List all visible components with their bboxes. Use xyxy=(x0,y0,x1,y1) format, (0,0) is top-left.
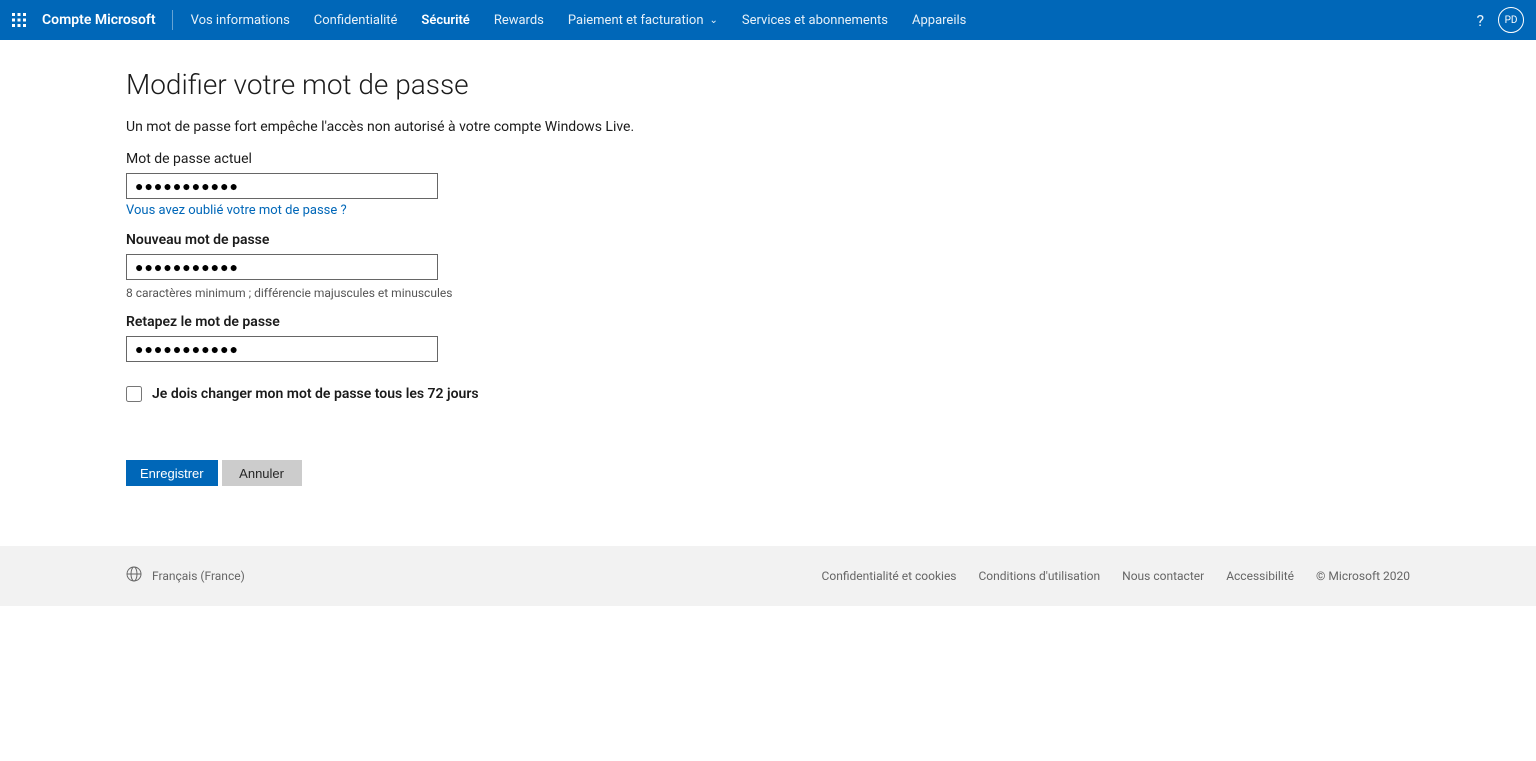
footer-link[interactable]: Accessibilité xyxy=(1226,569,1294,583)
nav-item-label: Paiement et facturation xyxy=(568,13,704,28)
cancel-button[interactable]: Annuler xyxy=(222,460,302,486)
nav-item-sécurité[interactable]: Sécurité xyxy=(409,0,481,40)
new-password-hint: 8 caractères minimum ; différencie majus… xyxy=(126,286,1536,300)
change-every-72-days-row: Je dois changer mon mot de passe tous le… xyxy=(126,386,1536,402)
button-row: Enregistrer Annuler xyxy=(126,460,1536,486)
footer-link[interactable]: Nous contacter xyxy=(1122,569,1204,583)
nav-item-label: Appareils xyxy=(912,13,966,28)
retype-password-group: Retapez le mot de passe xyxy=(126,314,1536,362)
footer-left: Français (France) xyxy=(126,566,245,586)
help-icon[interactable]: ? xyxy=(1476,11,1484,30)
globe-icon[interactable] xyxy=(126,566,142,586)
nav-item-label: Vos informations xyxy=(191,13,290,28)
nav-item-label: Confidentialité xyxy=(314,13,398,28)
app-launcher-icon[interactable] xyxy=(12,13,26,27)
current-password-input[interactable] xyxy=(126,173,438,199)
new-password-input[interactable] xyxy=(126,254,438,280)
nav-item-services-et-abonnements[interactable]: Services et abonnements xyxy=(730,0,900,40)
nav-item-label: Rewards xyxy=(494,13,544,28)
page-footer: Français (France) Confidentialité et coo… xyxy=(0,546,1536,606)
retype-password-input[interactable] xyxy=(126,336,438,362)
nav-item-vos-informations[interactable]: Vos informations xyxy=(179,0,302,40)
nav-item-label: Sécurité xyxy=(421,13,469,28)
user-avatar[interactable]: PD xyxy=(1498,7,1524,33)
footer-link[interactable]: Conditions d'utilisation xyxy=(979,569,1101,583)
new-password-label: Nouveau mot de passe xyxy=(126,232,1536,248)
nav-item-rewards[interactable]: Rewards xyxy=(482,0,556,40)
current-password-group: Mot de passe actuel Vous avez oublié vot… xyxy=(126,151,1536,218)
top-header: Compte Microsoft Vos informations Confide… xyxy=(0,0,1536,40)
change-every-72-days-label: Je dois changer mon mot de passe tous le… xyxy=(152,386,479,402)
retype-password-label: Retapez le mot de passe xyxy=(126,314,1536,330)
change-every-72-days-checkbox[interactable] xyxy=(126,386,142,402)
language-selector[interactable]: Français (France) xyxy=(152,569,245,583)
footer-link[interactable]: Confidentialité et cookies xyxy=(822,569,957,583)
footer-right: Confidentialité et cookies Conditions d'u… xyxy=(822,569,1410,583)
copyright: © Microsoft 2020 xyxy=(1316,569,1410,583)
top-nav: Vos informations Confidentialité Sécurité R… xyxy=(179,0,979,40)
new-password-group: Nouveau mot de passe 8 caractères minimu… xyxy=(126,232,1536,300)
header-divider xyxy=(172,10,173,30)
nav-item-label: Services et abonnements xyxy=(742,13,888,28)
page-subtitle: Un mot de passe fort empêche l'accès non… xyxy=(126,119,1536,135)
nav-item-paiement-et-facturation[interactable]: Paiement et facturation ⌄ xyxy=(556,0,730,40)
nav-item-confidentialité[interactable]: Confidentialité xyxy=(302,0,410,40)
page-content: Modifier votre mot de passe Un mot de pa… xyxy=(0,40,1536,546)
chevron-down-icon: ⌄ xyxy=(710,15,718,26)
current-password-label: Mot de passe actuel xyxy=(126,151,1536,167)
page-title: Modifier votre mot de passe xyxy=(126,68,1536,101)
forgot-password-link[interactable]: Vous avez oublié votre mot de passe ? xyxy=(126,203,347,218)
header-right: ? PD xyxy=(1476,7,1524,33)
nav-item-appareils[interactable]: Appareils xyxy=(900,0,978,40)
brand[interactable]: Compte Microsoft xyxy=(42,12,172,28)
save-button[interactable]: Enregistrer xyxy=(126,460,218,486)
